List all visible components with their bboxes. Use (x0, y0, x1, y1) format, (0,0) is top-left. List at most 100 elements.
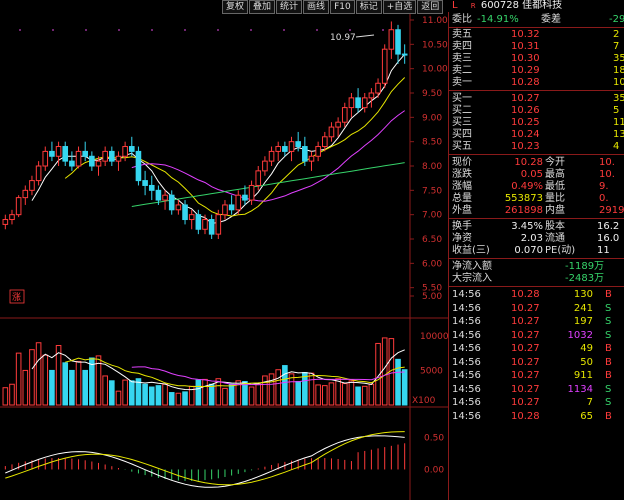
volume-bar (9, 383, 15, 406)
candle-body (22, 189, 29, 199)
toolbar-button-1[interactable]: 叠加 (249, 0, 276, 14)
volume-bar (268, 373, 275, 406)
candle-body (388, 29, 395, 50)
volume-bar (2, 387, 9, 406)
ask-price: 10.28 (511, 77, 540, 88)
candle-body (288, 141, 295, 152)
candle-body (168, 194, 175, 211)
fund-label: 收益(三) (452, 245, 490, 256)
volume-tick-label: 10000 (420, 332, 448, 342)
volume-bar (22, 369, 29, 406)
flow-label: 大宗流入 (452, 273, 492, 284)
candle-body (268, 150, 275, 162)
toolbar-button-5[interactable]: 标记 (355, 0, 382, 14)
macd-tick-label: 0.00 (424, 465, 444, 475)
candle-body (75, 150, 82, 167)
candle-body (109, 150, 115, 162)
tick-time: 14:56 (452, 397, 481, 408)
toolbar-button-4[interactable]: F10 (330, 0, 355, 14)
tick-volume: 911 (573, 370, 593, 381)
tick-row: 14:56 10.27 1032 S (449, 329, 624, 343)
tick-side: B (605, 289, 612, 300)
tick-side: S (605, 329, 612, 341)
level-flag: L (452, 0, 458, 11)
candle-body (62, 146, 69, 162)
top-dot-marker (118, 29, 120, 31)
volume-bar (42, 354, 49, 406)
stat-label: 内盘 (545, 205, 565, 216)
candle-body (128, 146, 135, 152)
volume-bar (155, 385, 162, 406)
candle-body (9, 214, 15, 221)
candle-body (175, 204, 182, 211)
volume-bar (381, 337, 388, 406)
candle-body (302, 146, 308, 162)
volume-bar (348, 380, 355, 406)
volume-bar (341, 383, 348, 406)
volume-bar (82, 369, 88, 406)
tick-volume: 1134 (567, 383, 593, 395)
tick-price: 10.27 (511, 356, 540, 368)
tick-price: 10.27 (511, 329, 540, 341)
price-tick-label: 7.50 (422, 186, 442, 196)
top-dot-marker (184, 29, 186, 31)
toolbar-button-6[interactable]: +自选 (382, 0, 417, 14)
committee-row: 委比 -14.91% 委差 -29 (449, 13, 624, 27)
toolbar-button-3[interactable]: 画线 (303, 0, 330, 14)
candle-body (395, 29, 401, 55)
top-dot-marker (217, 29, 219, 31)
quote-panel: 委比-14.91%委差-29卖五10.322卖四10.317卖三10.3035卖… (448, 12, 624, 500)
candle-body (195, 214, 202, 230)
volume-bar (148, 386, 155, 406)
toolbar-button-2[interactable]: 统计 (276, 0, 303, 14)
bid-label: 买五 (452, 141, 472, 152)
toolbar-button-0[interactable]: 复权 (222, 0, 249, 14)
candle-body (215, 214, 222, 235)
fund-row: 收益(三) 0.070 PE(动) 11 (449, 244, 624, 258)
tick-volume: 130 (573, 289, 593, 300)
volume-tick-label: 5000 (420, 366, 443, 376)
tick-time: 14:56 (452, 329, 481, 341)
tick-time: 14:56 (452, 370, 481, 381)
volume-bar (175, 392, 182, 406)
tick-side: B (605, 370, 612, 381)
volume-bar (115, 390, 122, 406)
candle-body (222, 204, 228, 216)
price-tick-label: 10.50 (422, 40, 448, 50)
volume-bar (222, 387, 228, 406)
volume-bar (202, 378, 208, 406)
candle-body (69, 160, 75, 167)
stock-terminal: 11.00 10.50 10.00 9.50 9.00 8.50 8.00 7.50 7.00 6… (0, 0, 624, 500)
toolbar-button-7[interactable]: 返回 (417, 0, 444, 14)
candle-body (82, 150, 88, 157)
ask-volume: 10 (613, 77, 624, 88)
candle-body (341, 107, 348, 123)
bid-row: 买五 10.23 4 (449, 140, 624, 154)
volume-bar (182, 391, 188, 406)
price-tick-label: 11.00 (422, 16, 448, 26)
kline-chart-area[interactable]: 11.00 10.50 10.00 9.50 9.00 8.50 8.00 7.50 7.00 6… (0, 0, 448, 500)
candle-body (29, 180, 35, 191)
top-dot-marker (19, 29, 21, 31)
tick-row: 14:56 10.27 197 S (449, 315, 624, 329)
ma20-line (131, 110, 405, 202)
volume-bar (168, 392, 175, 406)
tick-time: 14:56 (452, 356, 481, 368)
candle-body (275, 146, 282, 152)
volume-bar (262, 375, 268, 406)
tick-price: 10.27 (511, 397, 540, 408)
volume-bar (322, 385, 328, 406)
volume-bar (49, 369, 55, 406)
security-name: 600728 佳都科技 (480, 0, 563, 11)
tick-volume: 1032 (567, 329, 593, 341)
price-tick-label: 10.00 (422, 65, 448, 75)
volume-bar (335, 378, 341, 406)
stat-value: 261898 (504, 205, 543, 216)
volume-bar (328, 382, 335, 406)
tick-price: 10.27 (511, 302, 540, 314)
candle-body (188, 214, 195, 221)
tick-side: S (605, 302, 612, 314)
volume-bar (295, 380, 301, 406)
candle-body (95, 160, 102, 167)
tick-time: 14:56 (452, 289, 481, 300)
